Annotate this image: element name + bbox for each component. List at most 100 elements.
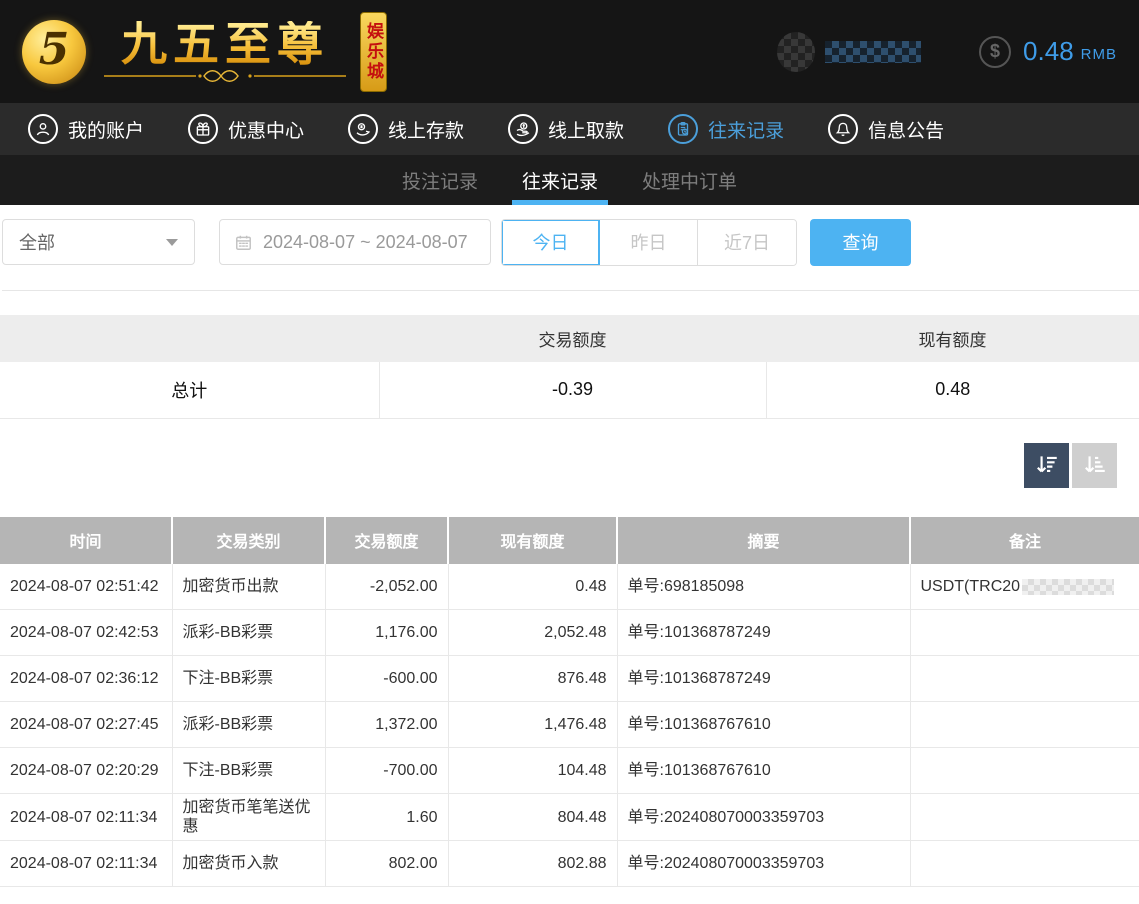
- cell-summary: 单号:202408070003359703: [617, 841, 910, 887]
- col-current-balance: 现有额度: [448, 517, 617, 564]
- nav-item-online-deposit[interactable]: 线上存款: [348, 114, 464, 144]
- cell-remark: [910, 748, 1139, 794]
- table-row: 2024-08-07 02:42:53 派彩-BB彩票 1,176.00 2,0…: [0, 610, 1139, 656]
- cell-type: 派彩-BB彩票: [172, 610, 325, 656]
- cell-type: 加密货币笔笔送优惠: [172, 794, 325, 841]
- cell-amount: 1.60: [325, 794, 448, 841]
- yesterday-button[interactable]: 昨日: [600, 220, 698, 265]
- remark-text: USDT(TRC20: [921, 578, 1021, 595]
- table-row: 2024-08-07 02:11:34 加密货币笔笔送优惠 1.60 804.4…: [0, 794, 1139, 841]
- nav-label: 往来记录: [708, 116, 784, 143]
- nav-label: 线上取款: [548, 116, 624, 143]
- col-transaction-amount: 交易额度: [325, 517, 448, 564]
- today-button[interactable]: 今日: [502, 220, 600, 265]
- nav-label: 我的账户: [68, 116, 144, 143]
- avatar[interactable]: [777, 32, 815, 72]
- caret-down-icon: [166, 239, 178, 246]
- tab-pending-orders[interactable]: 处理中订单: [638, 155, 741, 205]
- nav-item-transaction-records[interactable]: 往来记录: [668, 114, 784, 144]
- nav-item-online-withdraw[interactable]: 线上取款: [508, 114, 624, 144]
- cell-time: 2024-08-07 02:20:29: [0, 748, 172, 794]
- nav-item-promo-center[interactable]: 优惠中心: [188, 114, 304, 144]
- nav-label: 信息公告: [868, 116, 944, 143]
- logo-title: 九五至尊: [121, 21, 329, 67]
- summary-table: 交易额度 现有额度 总计 -0.39 0.48: [0, 315, 1139, 419]
- cell-time: 2024-08-07 02:36:12: [0, 656, 172, 702]
- gift-icon: [188, 114, 218, 144]
- logo[interactable]: 5 九五至尊 娱乐城: [22, 12, 387, 92]
- cell-time: 2024-08-07 02:27:45: [0, 702, 172, 748]
- col-summary: 摘要: [617, 517, 910, 564]
- cell-summary: 单号:202408070003359703: [617, 794, 910, 841]
- main-nav: 我的账户 优惠中心 线上存款 线上取款 往来记录 信息公告: [0, 103, 1139, 155]
- sort-ascending-button[interactable]: [1072, 443, 1117, 488]
- sort-controls: [0, 443, 1139, 488]
- balance-amount: 0.48: [1023, 36, 1074, 67]
- transactions-table: 时间 交易类别 交易额度 现有额度 摘要 备注 2024-08-07 02:51…: [0, 517, 1139, 888]
- nav-item-my-account[interactable]: 我的账户: [28, 114, 144, 144]
- col-time: 时间: [0, 517, 172, 564]
- sub-nav: 投注记录 往来记录 处理中订单: [0, 155, 1139, 205]
- cell-summary: 单号:101368787249: [617, 656, 910, 702]
- summary-header-current-balance: 现有额度: [766, 315, 1139, 362]
- cell-type: 加密货币入款: [172, 841, 325, 887]
- logo-flourish-icon: [100, 69, 350, 83]
- category-select-value: 全部: [19, 229, 55, 255]
- remark-redacted: [1022, 579, 1114, 595]
- cell-balance: 104.48: [448, 748, 617, 794]
- sort-descending-icon: [1034, 452, 1060, 478]
- cell-remark: [910, 610, 1139, 656]
- logo-monogram-icon: 5: [22, 20, 86, 84]
- cell-amount: 1,372.00: [325, 702, 448, 748]
- summary-header-transaction-amount: 交易额度: [379, 315, 766, 362]
- filter-bar: 全部 2024-08-07 ~ 2024-08-07 今日 昨日 近7日 查询: [0, 205, 1139, 291]
- cell-balance: 802.88: [448, 841, 617, 887]
- summary-total-current-balance: 0.48: [766, 362, 1139, 418]
- username-redacted: [825, 41, 921, 63]
- tab-transaction-records[interactable]: 往来记录: [518, 155, 602, 205]
- summary-header-row: 交易额度 现有额度: [0, 315, 1139, 362]
- withdraw-hand-coin-icon: [508, 114, 538, 144]
- user-icon: [28, 114, 58, 144]
- sort-descending-button[interactable]: [1024, 443, 1069, 488]
- cell-remark: [910, 702, 1139, 748]
- table-row: 2024-08-07 02:36:12 下注-BB彩票 -600.00 876.…: [0, 656, 1139, 702]
- cell-summary: 单号:101368767610: [617, 702, 910, 748]
- summary-total-label: 总计: [0, 362, 379, 418]
- table-header-row: 时间 交易类别 交易额度 现有额度 摘要 备注: [0, 517, 1139, 564]
- records-clipboard-clock-icon: [668, 114, 698, 144]
- summary-header-empty: [0, 315, 379, 362]
- cell-summary: 单号:101368767610: [617, 748, 910, 794]
- cell-time: 2024-08-07 02:11:34: [0, 794, 172, 841]
- cell-remark: USDT(TRC20: [910, 564, 1139, 610]
- cell-time: 2024-08-07 02:51:42: [0, 564, 172, 610]
- cell-amount: 802.00: [325, 841, 448, 887]
- cell-type: 下注-BB彩票: [172, 656, 325, 702]
- deposit-hand-coin-icon: [348, 114, 378, 144]
- dollar-coin-icon: $: [979, 36, 1011, 68]
- cell-type: 派彩-BB彩票: [172, 702, 325, 748]
- cell-balance: 2,052.48: [448, 610, 617, 656]
- last7days-button[interactable]: 近7日: [698, 220, 796, 265]
- calendar-icon: [234, 233, 253, 252]
- bell-icon: [828, 114, 858, 144]
- cell-balance: 804.48: [448, 794, 617, 841]
- cell-remark: [910, 656, 1139, 702]
- nav-item-announcements[interactable]: 信息公告: [828, 114, 944, 144]
- cell-summary: 单号:698185098: [617, 564, 910, 610]
- table-row: 2024-08-07 02:20:29 下注-BB彩票 -700.00 104.…: [0, 748, 1139, 794]
- table-row: 2024-08-07 02:11:34 加密货币入款 802.00 802.88…: [0, 841, 1139, 887]
- cell-remark: [910, 794, 1139, 841]
- cell-amount: -2,052.00: [325, 564, 448, 610]
- category-select[interactable]: 全部: [2, 219, 195, 265]
- cell-time: 2024-08-07 02:11:34: [0, 841, 172, 887]
- cell-type: 下注-BB彩票: [172, 748, 325, 794]
- logo-badge: 娱乐城: [360, 12, 387, 92]
- balance-currency: RMB: [1081, 40, 1117, 63]
- date-range-input[interactable]: 2024-08-07 ~ 2024-08-07: [219, 219, 491, 265]
- tab-betting-records[interactable]: 投注记录: [398, 155, 482, 205]
- cell-remark: [910, 841, 1139, 887]
- col-remark: 备注: [910, 517, 1139, 564]
- query-button[interactable]: 查询: [810, 219, 911, 266]
- cell-time: 2024-08-07 02:42:53: [0, 610, 172, 656]
